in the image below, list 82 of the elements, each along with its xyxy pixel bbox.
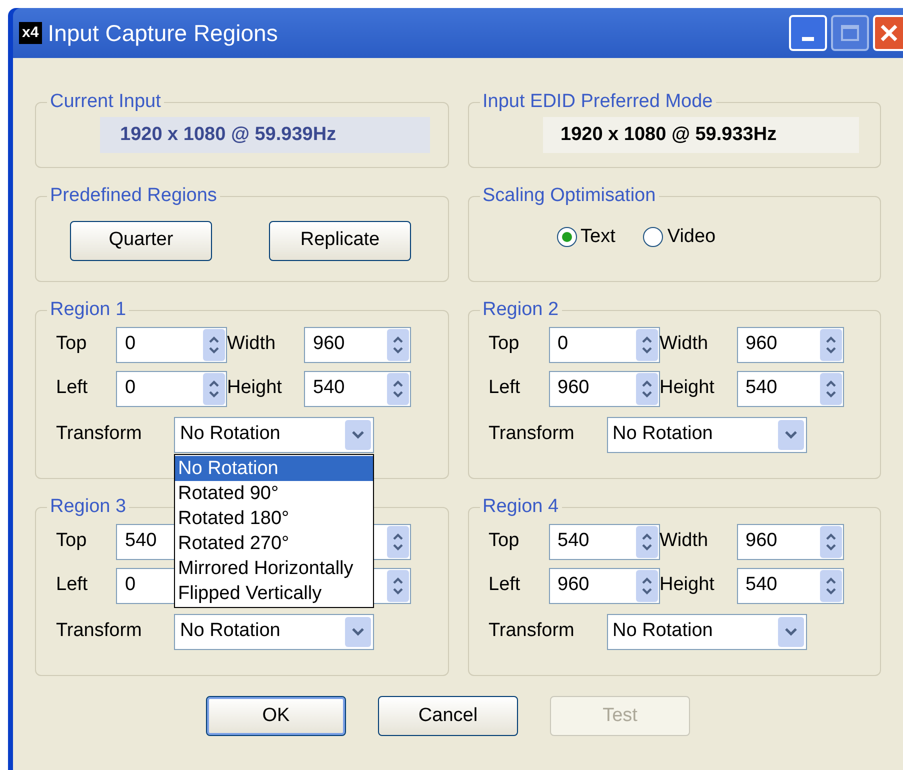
spin-field[interactable]: 540 — [304, 370, 411, 406]
spinner-button[interactable] — [203, 328, 225, 360]
spinner-button[interactable] — [387, 570, 409, 602]
spinner-button[interactable] — [820, 328, 842, 360]
dropdown-option[interactable]: Rotated 90° — [175, 480, 373, 506]
field-label: Left — [488, 376, 522, 400]
field-label: Left — [56, 376, 89, 400]
field-label: Top — [56, 332, 88, 356]
field-label: Transform — [488, 619, 576, 644]
spinner-button[interactable] — [820, 570, 842, 602]
field-label: Transform — [56, 422, 143, 446]
group-title: Predefined Regions — [49, 184, 218, 208]
minimize-button[interactable] — [789, 15, 827, 51]
group-title: Region 3 — [49, 495, 128, 519]
spinner-button[interactable] — [636, 372, 658, 404]
spinner-button[interactable] — [820, 372, 842, 404]
chevron-down-icon — [784, 626, 798, 636]
transform-dropdown[interactable]: No Rotation — [174, 416, 374, 452]
spinner-button[interactable] — [636, 570, 658, 602]
spin-field[interactable]: 960 — [736, 326, 844, 362]
radio-option[interactable]: Text — [556, 222, 616, 251]
readout-value: 1920 x 1080 @ 59.939Hz — [100, 116, 430, 153]
field-label: Height — [660, 573, 716, 598]
field-label: Top — [488, 332, 520, 356]
spin-field[interactable]: 540 — [548, 524, 660, 560]
radio-button[interactable] — [643, 226, 664, 247]
spin-field[interactable]: 0 — [548, 326, 660, 362]
group-title: Region 1 — [49, 298, 128, 322]
spinner-button[interactable] — [820, 526, 842, 558]
spin-field[interactable]: 0 — [116, 370, 227, 406]
dropdown-button[interactable] — [778, 420, 804, 450]
app-logo: x4 — [19, 22, 42, 44]
spinner-button[interactable] — [636, 526, 658, 558]
dropdown-button[interactable] — [345, 420, 371, 450]
field-label: Transform — [488, 422, 576, 446]
preset-button[interactable]: Quarter — [70, 220, 212, 260]
field-label: Height — [660, 376, 716, 400]
field-label: Width — [660, 529, 710, 554]
group-title: Current Input — [49, 90, 162, 114]
dialog-button[interactable]: Cancel — [378, 696, 518, 736]
group-title: Input EDID Preferred Mode — [482, 90, 714, 114]
chevron-down-icon — [784, 430, 798, 440]
spin-field[interactable]: 0 — [116, 326, 227, 362]
group-title: Region 4 — [482, 495, 560, 519]
radio-button[interactable] — [556, 226, 576, 247]
spinner-button[interactable] — [387, 372, 409, 404]
spinner-button[interactable] — [203, 372, 225, 404]
field-label: Transform — [56, 619, 143, 644]
field-label: Height — [227, 376, 283, 400]
field-label: Top — [56, 529, 88, 554]
dialog-button[interactable]: OK — [206, 696, 346, 736]
spin-field[interactable]: 960 — [548, 568, 660, 604]
chevron-down-icon — [351, 430, 365, 440]
spinner-button[interactable] — [387, 526, 409, 558]
field-label: Left — [488, 573, 522, 598]
spin-field[interactable]: 960 — [736, 524, 844, 560]
field-label: Left — [56, 573, 89, 598]
group-title: Region 2 — [482, 298, 560, 322]
spinner-button[interactable] — [387, 328, 409, 360]
spin-field[interactable]: 960 — [304, 326, 411, 362]
field-label: Width — [227, 332, 277, 356]
window-title: Input Capture Regions — [48, 18, 279, 48]
readout-value: 1920 x 1080 @ 59.933Hz — [542, 116, 858, 153]
spinner-button[interactable] — [636, 328, 658, 360]
transform-dropdown[interactable]: No Rotation — [606, 614, 806, 650]
transform-dropdown[interactable]: No Rotation — [606, 416, 806, 452]
radio-option[interactable]: Video — [643, 222, 716, 251]
spin-field[interactable]: 960 — [548, 370, 660, 406]
dropdown-option[interactable]: No Rotation — [175, 456, 373, 480]
chevron-down-icon — [351, 626, 365, 636]
preset-button[interactable]: Replicate — [269, 220, 411, 260]
dialog-button: Test — [550, 696, 690, 736]
field-label: Top — [488, 529, 520, 554]
spin-field[interactable]: 540 — [736, 568, 844, 604]
close-button[interactable] — [873, 15, 903, 51]
field-label: Width — [660, 332, 710, 356]
dropdown-button[interactable] — [778, 616, 804, 646]
close-icon — [879, 23, 899, 43]
spin-field[interactable]: 540 — [736, 370, 844, 406]
group-title: Scaling Optimisation — [482, 184, 657, 208]
transform-dropdown[interactable]: No Rotation — [174, 614, 374, 650]
dropdown-button[interactable] — [345, 616, 371, 646]
